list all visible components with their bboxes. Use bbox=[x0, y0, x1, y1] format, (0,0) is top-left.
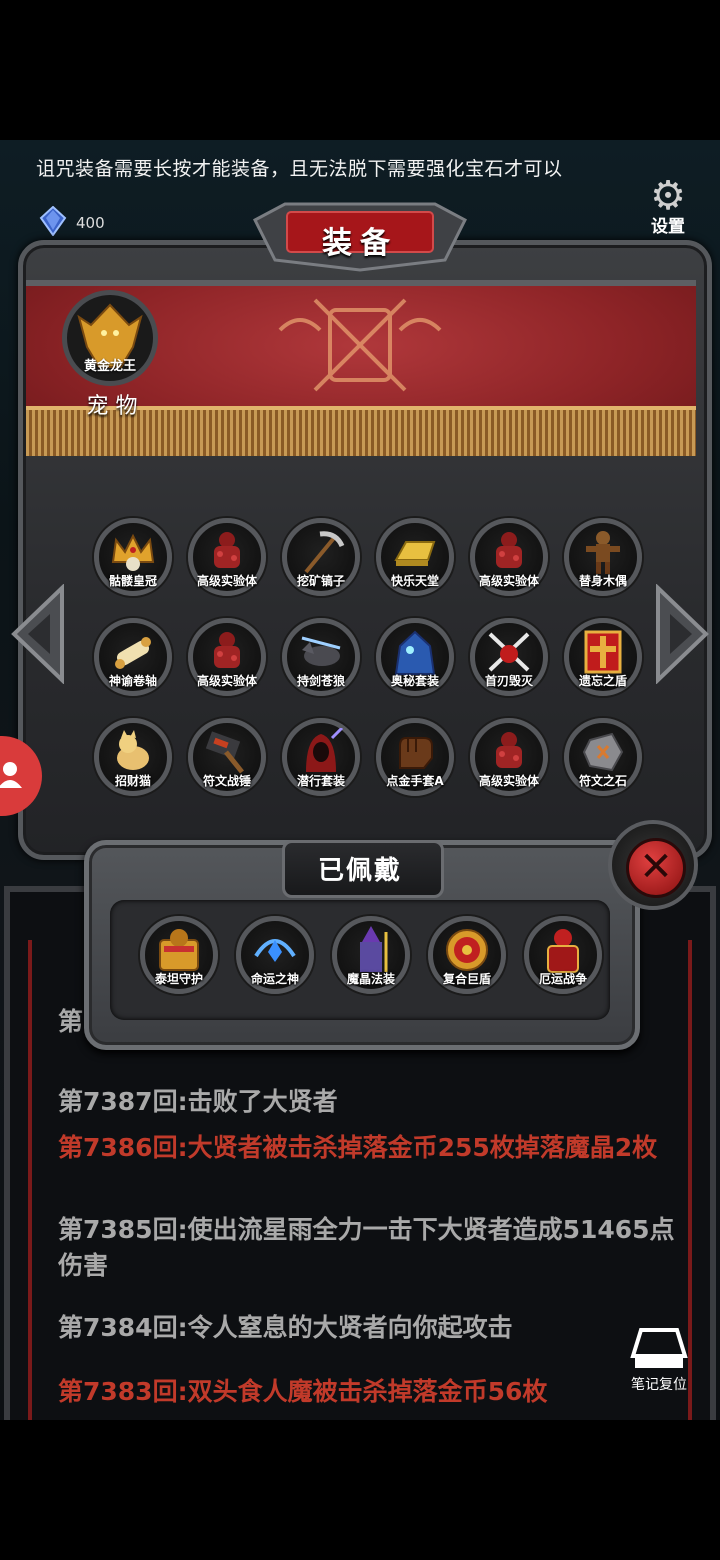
log-line: 第7385回:使出流星雨全力一击下大贤者造成51465点伤害 bbox=[58, 1215, 675, 1280]
close-button[interactable]: ✕ bbox=[608, 820, 698, 910]
item-slot[interactable]: 高级实验体 bbox=[188, 618, 266, 696]
hood-icon bbox=[306, 728, 344, 772]
log-line: 第7386回:大贤者被击杀掉落金币255枚掉落魔晶2枚 bbox=[58, 1133, 658, 1162]
crown-icon bbox=[111, 533, 155, 571]
blue-robe-icon bbox=[394, 630, 436, 675]
item-slot[interactable]: 招财猫 bbox=[94, 718, 172, 796]
item-name: 高级实验体 bbox=[196, 574, 257, 588]
item-name: 点金手套A bbox=[386, 774, 444, 788]
puppet-icon bbox=[586, 531, 620, 574]
game-screen: 诅咒装备需要长按才能装备，且无法脱下需要强化宝石才可以 400 ⚙ 设置 装备 bbox=[0, 140, 720, 1420]
item-slot[interactable]: 快乐天堂 bbox=[376, 518, 454, 596]
red-knight-icon bbox=[547, 929, 579, 973]
item-name: 高级实验体 bbox=[478, 574, 539, 588]
user-icon bbox=[0, 762, 22, 788]
pet-slot[interactable]: 黄金龙王 宠 物 bbox=[62, 290, 162, 420]
item-slot[interactable]: 遗忘之盾 bbox=[564, 618, 642, 696]
item-slot[interactable]: 骷髅皇冠 bbox=[94, 518, 172, 596]
item-slot[interactable]: 持剑苍狼 bbox=[282, 618, 360, 696]
item-name: 遗忘之盾 bbox=[578, 674, 627, 688]
wizard-icon bbox=[360, 926, 388, 972]
panel-title: 装备 bbox=[322, 226, 398, 261]
item-slot[interactable]: 潜行套装 bbox=[282, 718, 360, 796]
close-icon: ✕ bbox=[626, 838, 686, 898]
item-slot[interactable]: 神谕卷轴 bbox=[94, 618, 172, 696]
tip-text: 诅咒装备需要长按才能装备，且无法脱下需要强化宝石才可以 bbox=[36, 158, 563, 180]
item-name: 首刃毁灭 bbox=[484, 674, 533, 688]
left-arrow-button[interactable] bbox=[10, 584, 66, 684]
item-name: 神谕卷轴 bbox=[108, 674, 157, 688]
item-slot[interactable]: 高级实验体 bbox=[188, 518, 266, 596]
note-reset-label: 笔记复位 bbox=[631, 1377, 687, 1393]
log-border-left bbox=[28, 940, 32, 1420]
equipped-slot[interactable]: 魔晶法装 bbox=[332, 916, 410, 994]
golem-icon bbox=[496, 532, 522, 568]
equipped-slot[interactable]: 命运之神 bbox=[236, 916, 314, 994]
fate-amulet-icon bbox=[254, 939, 296, 962]
log-line: 第7384回:令人窒息的大贤者向你起攻击 bbox=[58, 1313, 513, 1342]
item-name: 高级实验体 bbox=[478, 774, 539, 788]
item-name: 快乐天堂 bbox=[390, 574, 439, 588]
round-shield-icon bbox=[446, 929, 488, 971]
item-name: 厄运战争 bbox=[538, 972, 587, 986]
item-grid: 骷髅皇冠 高级实验体 挖矿镐子 快乐天堂 高级实验体 替身木偶 神谕卷轴 高级实… bbox=[94, 518, 654, 798]
item-name: 泰坦守护 bbox=[154, 972, 203, 986]
item-name: 替身木偶 bbox=[578, 574, 627, 588]
golem-icon bbox=[214, 532, 240, 568]
item-name: 潜行套装 bbox=[296, 774, 345, 788]
item-slot[interactable]: 点金手套A bbox=[376, 718, 454, 796]
note-reset-button[interactable]: 笔记复位 bbox=[624, 1326, 694, 1396]
log-line: 第7387回:击败了大贤者 bbox=[58, 1087, 338, 1116]
gold-bar-icon bbox=[394, 541, 436, 566]
crossed-swords-emblem bbox=[278, 298, 442, 392]
right-arrow-button[interactable] bbox=[654, 584, 710, 684]
item-name: 魔晶法装 bbox=[346, 972, 395, 986]
gear-icon: ⚙ bbox=[650, 173, 686, 219]
scroll-icon bbox=[115, 637, 151, 669]
notebook-icon bbox=[630, 1328, 688, 1368]
red-shield-icon bbox=[584, 630, 622, 674]
item-slot[interactable]: 高级实验体 bbox=[470, 518, 548, 596]
item-name: 挖矿镐子 bbox=[296, 574, 345, 588]
titan-armor-icon bbox=[159, 929, 199, 971]
golem-icon bbox=[496, 732, 522, 768]
item-slot[interactable]: 首刃毁灭 bbox=[470, 618, 548, 696]
item-name: 符文之石 bbox=[578, 774, 627, 788]
pet-name: 黄金龙王 bbox=[83, 359, 136, 374]
pet-title: 宠 物 bbox=[86, 394, 138, 419]
glove-icon bbox=[399, 737, 433, 769]
equipped-slot[interactable]: 复合巨盾 bbox=[428, 916, 506, 994]
item-name: 命运之神 bbox=[250, 972, 299, 986]
log-line: 第7383回:双头食人魔被击杀掉落金币56枚 bbox=[58, 1377, 548, 1406]
hammer-icon bbox=[205, 731, 244, 774]
crossed-blades-icon bbox=[488, 632, 530, 672]
equipped-slot[interactable]: 厄运战争 bbox=[524, 916, 602, 994]
golem-icon bbox=[214, 632, 240, 668]
item-slot[interactable]: 高级实验体 bbox=[470, 718, 548, 796]
item-slot[interactable]: 符文战锤 bbox=[188, 718, 266, 796]
item-slot[interactable]: 奥秘套装 bbox=[376, 618, 454, 696]
wolf-icon bbox=[301, 636, 341, 666]
item-name: 招财猫 bbox=[114, 774, 151, 788]
item-name: 持剑苍狼 bbox=[296, 674, 345, 688]
item-name: 符文战锤 bbox=[202, 774, 251, 788]
item-slot[interactable]: 替身木偶 bbox=[564, 518, 642, 596]
item-name: 高级实验体 bbox=[196, 674, 257, 688]
rune-stone-icon bbox=[582, 732, 624, 772]
item-slot[interactable]: 挖矿镐子 bbox=[282, 518, 360, 596]
item-name: 复合巨盾 bbox=[442, 972, 491, 986]
item-name: 骷髅皇冠 bbox=[108, 574, 157, 588]
pickaxe-icon bbox=[304, 531, 345, 574]
equipped-slot[interactable]: 泰坦守护 bbox=[140, 916, 218, 994]
item-name: 奥秘套装 bbox=[390, 674, 439, 688]
cat-icon bbox=[117, 730, 149, 770]
equipped-title: 已佩戴 bbox=[317, 856, 402, 886]
pet-frame: 黄金龙王 bbox=[62, 290, 158, 386]
item-slot[interactable]: 符文之石 bbox=[564, 718, 642, 796]
bottom-letterbox bbox=[0, 1420, 720, 1560]
